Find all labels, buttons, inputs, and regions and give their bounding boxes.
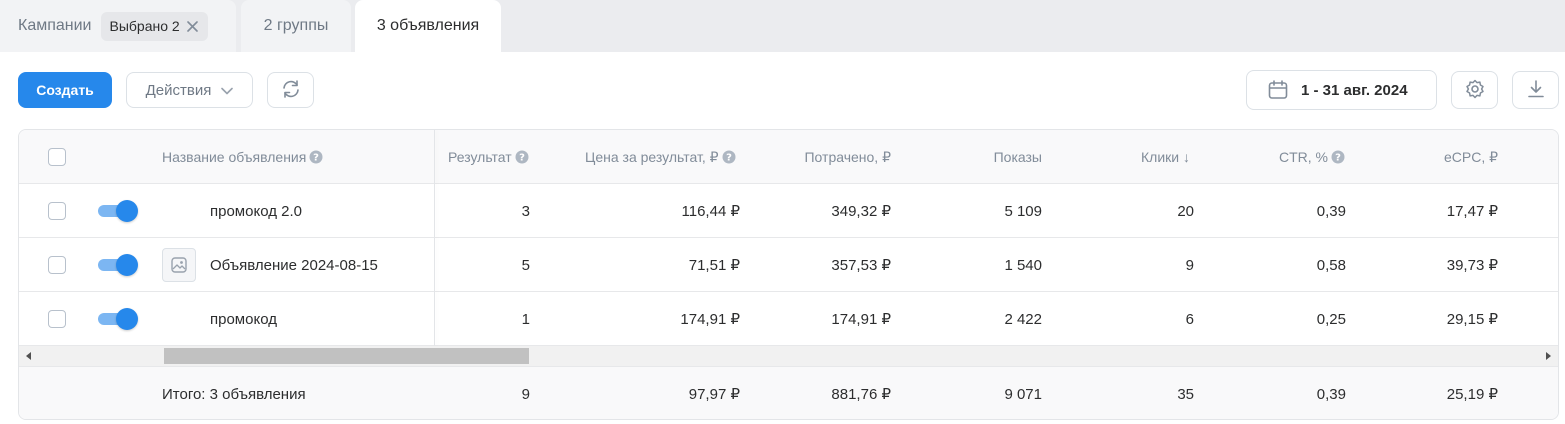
close-icon[interactable] <box>186 19 200 33</box>
total-result: 9 <box>521 385 530 403</box>
tab-campaigns[interactable]: Кампании Выбрано 2 <box>0 0 236 52</box>
select-all-checkbox[interactable] <box>48 148 66 166</box>
scroll-left-arrow-icon[interactable] <box>26 352 31 360</box>
tab-groups-label: 2 группы <box>263 17 329 34</box>
status-toggle[interactable] <box>98 200 138 222</box>
scroll-right-arrow-icon[interactable] <box>1546 352 1551 360</box>
frozen-column-divider <box>434 130 435 346</box>
row-checkbox[interactable] <box>48 256 66 274</box>
header-spent[interactable]: Потрачено, ₽ <box>739 130 891 184</box>
total-clicks: 35 <box>1177 385 1194 403</box>
cell-clicks: 20 <box>1177 202 1194 220</box>
header-cost-per-result[interactable]: Цена за результат, ₽ ? <box>585 130 736 184</box>
tab-campaigns-label: Кампании <box>18 17 92 34</box>
header-name[interactable]: Название объявления ? <box>162 130 323 184</box>
chevron-down-icon <box>221 82 234 99</box>
cell-ctr: 0,58 <box>1316 256 1346 274</box>
cell-impressions: 1 540 <box>1004 256 1042 274</box>
cell-result: 3 <box>521 202 530 220</box>
image-placeholder-icon <box>162 248 196 282</box>
actions-dropdown-label: Действия <box>145 81 212 99</box>
help-icon[interactable]: ? <box>1331 150 1345 164</box>
svg-text:?: ? <box>313 153 319 164</box>
tab-ads-label: 3 объявления <box>376 17 480 34</box>
tab-ads[interactable]: 3 объявления <box>355 0 501 52</box>
table-row[interactable]: промокод 1 174,91 ₽ 174,91 ₽ 2 422 6 0,2… <box>19 292 1558 346</box>
header-clicks[interactable]: Клики ↓ <box>1042 130 1190 184</box>
row-checkbox[interactable] <box>48 310 66 328</box>
table-header: Название объявления ? Результат ? Цена з… <box>19 130 1558 184</box>
actions-dropdown[interactable]: Действия <box>126 72 253 108</box>
cell-ecpc: 17,47 ₽ <box>1446 203 1498 220</box>
scrollbar-thumb[interactable] <box>164 348 529 364</box>
cell-cost-per-result: 71,51 ₽ <box>688 257 740 274</box>
help-icon[interactable]: ? <box>515 150 529 164</box>
cell-impressions: 5 109 <box>1004 202 1042 220</box>
selected-chip: Выбрано 2 <box>100 11 208 41</box>
table-row[interactable]: Объявление 2024-08-15 5 71,51 ₽ 357,53 ₽… <box>19 238 1558 292</box>
cell-spent: 174,91 ₽ <box>831 311 891 328</box>
calendar-icon <box>1267 79 1289 101</box>
download-icon <box>1525 78 1547 103</box>
header-impressions[interactable]: Показы <box>891 130 1042 184</box>
cell-ctr: 0,39 <box>1316 202 1346 220</box>
refresh-icon <box>280 78 302 103</box>
total-cost-per-result: 97,97 ₽ <box>688 386 740 403</box>
tab-groups[interactable]: 2 группы <box>241 0 351 52</box>
ad-name[interactable]: промокод <box>210 292 277 346</box>
ad-name[interactable]: промокод 2.0 <box>210 184 302 238</box>
cell-clicks: 6 <box>1185 310 1194 328</box>
totals-label: Итого: 3 объявления <box>162 385 306 403</box>
status-toggle[interactable] <box>98 254 138 276</box>
table-totals-row: Итого: 3 объявления 9 97,97 ₽ 881,76 ₽ 9… <box>19 367 1558 419</box>
help-icon[interactable]: ? <box>722 150 736 164</box>
cell-cost-per-result: 174,91 ₽ <box>680 311 740 328</box>
total-ecpc: 25,19 ₽ <box>1446 386 1498 403</box>
cell-impressions: 2 422 <box>1004 310 1042 328</box>
settings-button[interactable] <box>1451 71 1498 109</box>
ad-name[interactable]: Объявление 2024-08-15 <box>210 238 378 292</box>
cell-cost-per-result: 116,44 ₽ <box>681 203 740 220</box>
refresh-button[interactable] <box>267 72 314 108</box>
header-result[interactable]: Результат ? <box>448 130 529 184</box>
download-button[interactable] <box>1512 71 1559 109</box>
create-button[interactable]: Создать <box>18 72 112 108</box>
header-ecpc[interactable]: eCPC, ₽ <box>1345 130 1498 184</box>
help-icon[interactable]: ? <box>309 150 323 164</box>
cell-result: 1 <box>521 310 530 328</box>
cell-ecpc: 29,15 ₽ <box>1446 311 1498 328</box>
svg-text:?: ? <box>519 153 525 164</box>
row-checkbox[interactable] <box>48 202 66 220</box>
cell-ecpc: 39,73 ₽ <box>1446 257 1498 274</box>
cell-spent: 357,53 ₽ <box>831 257 891 274</box>
cell-spent: 349,32 ₽ <box>831 203 891 220</box>
horizontal-scrollbar[interactable] <box>19 346 1558 367</box>
cell-ctr: 0,25 <box>1316 310 1346 328</box>
ads-table: Название объявления ? Результат ? Цена з… <box>18 129 1559 420</box>
gear-icon <box>1464 78 1486 103</box>
total-spent: 881,76 ₽ <box>831 386 891 403</box>
cell-clicks: 9 <box>1185 256 1194 274</box>
date-range-button[interactable]: 1 - 31 авг. 2024 <box>1246 70 1437 110</box>
create-button-label: Создать <box>36 82 94 98</box>
svg-text:?: ? <box>726 153 732 164</box>
table-row[interactable]: промокод 2.0 3 116,44 ₽ 349,32 ₽ 5 109 2… <box>19 184 1558 238</box>
total-impressions: 9 071 <box>1004 385 1042 403</box>
tabs-bar: Кампании Выбрано 2 2 группы 3 объявления <box>0 0 1565 52</box>
status-toggle[interactable] <box>98 308 138 330</box>
selected-chip-label: Выбрано 2 <box>109 18 180 34</box>
header-ctr[interactable]: CTR, % ? <box>1190 130 1345 184</box>
svg-text:?: ? <box>1335 153 1341 164</box>
cell-result: 5 <box>521 256 530 274</box>
date-range-label: 1 - 31 авг. 2024 <box>1301 81 1408 99</box>
total-ctr: 0,39 <box>1316 385 1346 403</box>
